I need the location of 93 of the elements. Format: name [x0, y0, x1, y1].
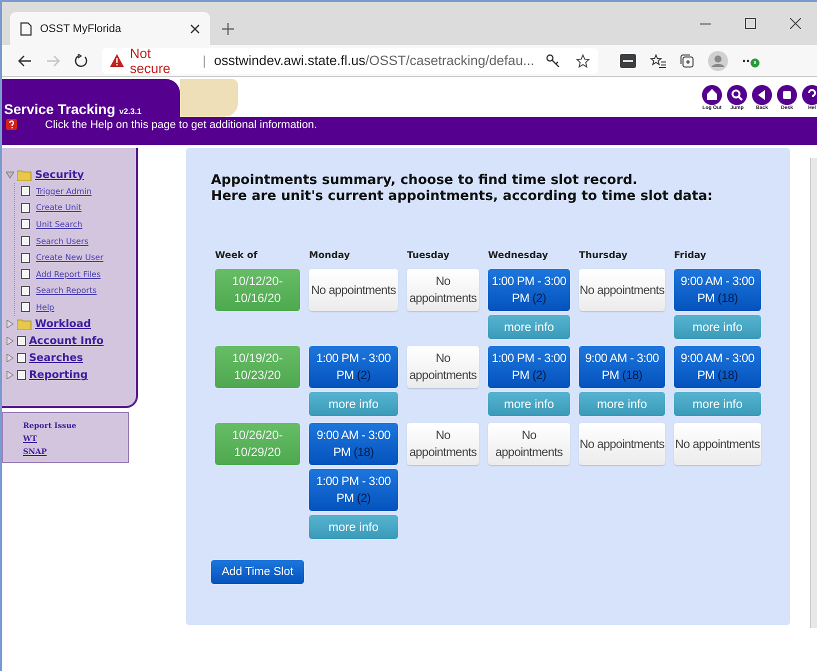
column-header: Tuesday: [407, 250, 450, 261]
close-icon[interactable]: [790, 18, 801, 29]
back-icon[interactable]: [752, 85, 772, 105]
time-slot-button[interactable]: 9:00 AM - 3:00 PM (18): [674, 346, 761, 388]
folder-icon: [17, 168, 32, 180]
no-appointments-cell: No appointments: [579, 423, 665, 465]
no-appointments-cell: No appointments: [407, 346, 479, 388]
page-icon: [21, 302, 30, 312]
appointment-count: (18): [718, 291, 738, 305]
tree-link[interactable]: Search Users: [36, 236, 88, 246]
appointment-count: (2): [356, 491, 371, 505]
column-header: Wednesday: [488, 250, 550, 261]
no-appointments-cell: No appointments: [674, 423, 761, 465]
page-icon: [17, 336, 26, 346]
tree-link[interactable]: Create New User: [36, 253, 104, 262]
page-icon: [20, 22, 32, 36]
separator: |: [202, 53, 206, 68]
favorites-icon[interactable]: [650, 54, 666, 68]
search-icon[interactable]: [727, 85, 747, 105]
reload-icon[interactable]: [74, 54, 88, 68]
page-icon: [21, 202, 30, 213]
security-warning[interactable]: Not secure: [130, 46, 195, 76]
tree-item[interactable]: Security: [35, 168, 84, 180]
tree-link[interactable]: Create Unit: [36, 203, 82, 212]
browser-tab[interactable]: OSST MyFlorida: [10, 12, 210, 45]
column-header: Friday: [674, 250, 708, 261]
expand-icon[interactable]: [6, 371, 14, 380]
page-icon: [21, 286, 30, 296]
page-icon: [17, 370, 26, 380]
time-slot-button[interactable]: 9:00 AM - 3:00 PM (18): [579, 346, 665, 388]
tree-link[interactable]: Add Report Files: [36, 270, 101, 279]
tree-link[interactable]: Help: [36, 302, 54, 312]
page-icon: [21, 236, 30, 246]
time-slot-button[interactable]: 1:00 PM - 3:00 PM (2): [309, 346, 398, 388]
header-tab-shape: [180, 79, 238, 117]
time-slot-button[interactable]: 9:00 AM - 3:00 PM (18): [309, 423, 398, 465]
appointment-count: (18): [354, 445, 374, 459]
page-icon: [21, 252, 30, 263]
avatar-icon[interactable]: [708, 50, 728, 70]
tree-link[interactable]: Search Reports: [36, 286, 97, 296]
back-arrow-icon[interactable]: [18, 54, 32, 66]
expand-icon[interactable]: [6, 320, 14, 328]
appointment-count: (2): [532, 291, 546, 305]
page-icon: [21, 269, 30, 280]
plus-icon[interactable]: [222, 23, 234, 35]
time-slot-button[interactable]: 9:00 AM - 3:00 PM (18): [674, 269, 761, 311]
page-icon: [21, 186, 30, 196]
column-header: Monday: [309, 250, 351, 261]
tab-title: OSST MyFlorida: [40, 22, 122, 34]
no-appointments-cell: No appointments: [309, 269, 398, 311]
warning-icon: [110, 54, 124, 67]
stop-icon[interactable]: [777, 85, 797, 105]
app-title: Service Tracking v2.3.1: [4, 101, 142, 117]
no-appointments-cell: No appointments: [579, 269, 665, 311]
appointment-count: (2): [532, 368, 546, 382]
page-icon: [17, 353, 26, 364]
page-icon: [21, 219, 30, 230]
no-appointments-cell: No appointments: [407, 423, 479, 465]
time-slot-button[interactable]: 1:00 PM - 3:00 PM (2): [488, 346, 570, 388]
appointment-count: (18): [718, 368, 738, 382]
heading-text: Here are unit's current appointments, according to time slot data:: [211, 189, 714, 205]
column-header: Week of: [215, 250, 258, 261]
tree-item[interactable]: Workload: [35, 318, 91, 330]
appointment-count: (18): [622, 368, 642, 382]
tree-item[interactable]: Account Info: [29, 335, 104, 348]
close-icon[interactable]: [190, 24, 200, 34]
collections-icon[interactable]: [680, 54, 694, 68]
add-time-slot-button[interactable]: Add Time Slot: [211, 560, 304, 584]
expand-icon[interactable]: [6, 354, 14, 362]
folder-icon: [17, 318, 32, 330]
star-icon[interactable]: [576, 54, 590, 68]
extension-icon[interactable]: [620, 54, 636, 68]
tree-item[interactable]: Reporting: [29, 369, 88, 382]
collapse-icon[interactable]: [6, 170, 14, 178]
time-slot-button[interactable]: 1:00 PM - 3:00 PM (2): [309, 469, 398, 511]
no-appointments-cell: No appointments: [407, 269, 479, 311]
time-slot-button[interactable]: 1:00 PM - 3:00 PM (2): [488, 269, 570, 311]
url-text[interactable]: osstwindev.awi.state.fl.us/OSST/casetracking/defau...: [214, 53, 534, 68]
no-appointments-cell: No appointments: [488, 423, 570, 465]
tree-item[interactable]: Searches: [29, 352, 84, 364]
help-icon[interactable]: [6, 119, 17, 130]
key-icon[interactable]: [546, 54, 560, 68]
help-icon[interactable]: [802, 85, 817, 105]
expand-icon[interactable]: [6, 337, 14, 346]
maximize-icon[interactable]: [745, 18, 756, 29]
home-icon[interactable]: [702, 85, 722, 105]
tree-link[interactable]: Trigger Admin: [36, 186, 92, 196]
scrollbar[interactable]: [810, 158, 817, 628]
column-header: Thursday: [579, 250, 628, 261]
tree-link[interactable]: Unit Search: [36, 220, 82, 229]
help-text: Click the Help on this page to get additional information.: [45, 119, 318, 131]
appointment-count: (2): [356, 368, 371, 382]
heading-text: Appointments summary, choose to find time slot record.: [211, 173, 639, 189]
